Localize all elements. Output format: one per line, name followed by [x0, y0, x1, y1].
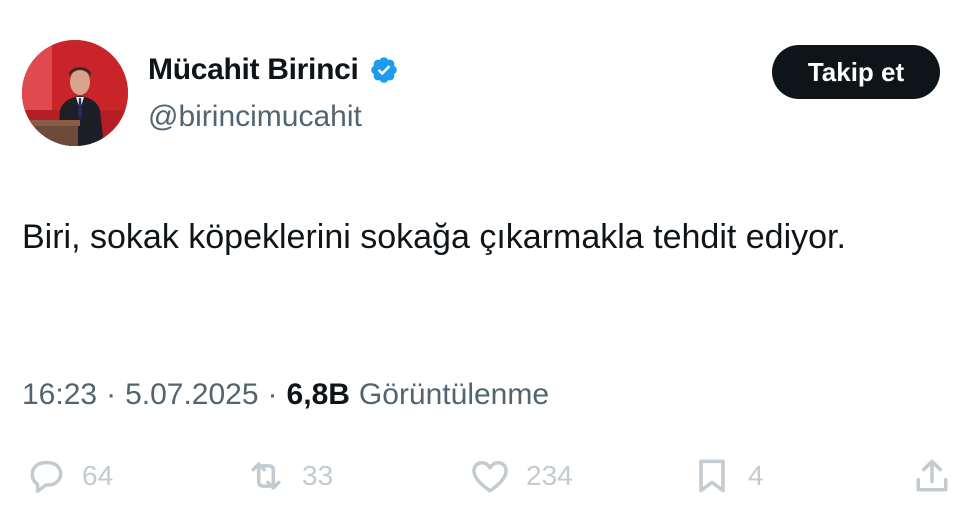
verified-badge-icon[interactable]	[369, 55, 399, 85]
share-button[interactable]	[910, 448, 954, 504]
retweet-button[interactable]: 33	[244, 448, 333, 504]
bookmark-button[interactable]: 4	[690, 448, 764, 504]
action-bar: 64 33 234 4	[0, 448, 977, 508]
profile-photo	[22, 40, 128, 146]
author-name-row: Mücahit Birinci	[148, 53, 399, 87]
retweet-icon	[251, 462, 281, 490]
heart-icon	[472, 461, 508, 493]
author-handle[interactable]: @birincimucahit	[148, 100, 362, 134]
bookmark-icon	[699, 459, 725, 493]
views-count: 6,8B	[286, 378, 350, 411]
share-icon	[916, 459, 948, 492]
reply-count: 64	[82, 460, 114, 491]
meta-separator: ·	[106, 378, 117, 411]
avatar[interactable]	[22, 40, 128, 146]
like-button[interactable]: 234	[468, 448, 573, 504]
tweet-card: Mücahit Birinci @birincimucahit Takip et…	[0, 0, 977, 523]
tweet-text: Biri, sokak köpeklerini sokağa çıkarmakl…	[22, 218, 846, 256]
reply-icon	[30, 460, 63, 493]
follow-button[interactable]: Takip et	[772, 45, 940, 99]
tweet-meta: 16:23 · 5.07.2025 · 6,8B Görüntülenme	[22, 378, 549, 412]
views-label: Görüntülenme	[358, 378, 550, 411]
reply-button[interactable]: 64	[24, 448, 113, 504]
bookmark-count: 4	[748, 460, 764, 491]
retweet-count: 33	[302, 460, 334, 491]
meta-separator: ·	[267, 378, 278, 411]
author-display-name[interactable]: Mücahit Birinci	[148, 53, 359, 87]
tweet-time[interactable]: 16:23	[22, 378, 97, 412]
tweet-date[interactable]: 5.07.2025	[125, 378, 258, 412]
like-count: 234	[526, 460, 573, 491]
